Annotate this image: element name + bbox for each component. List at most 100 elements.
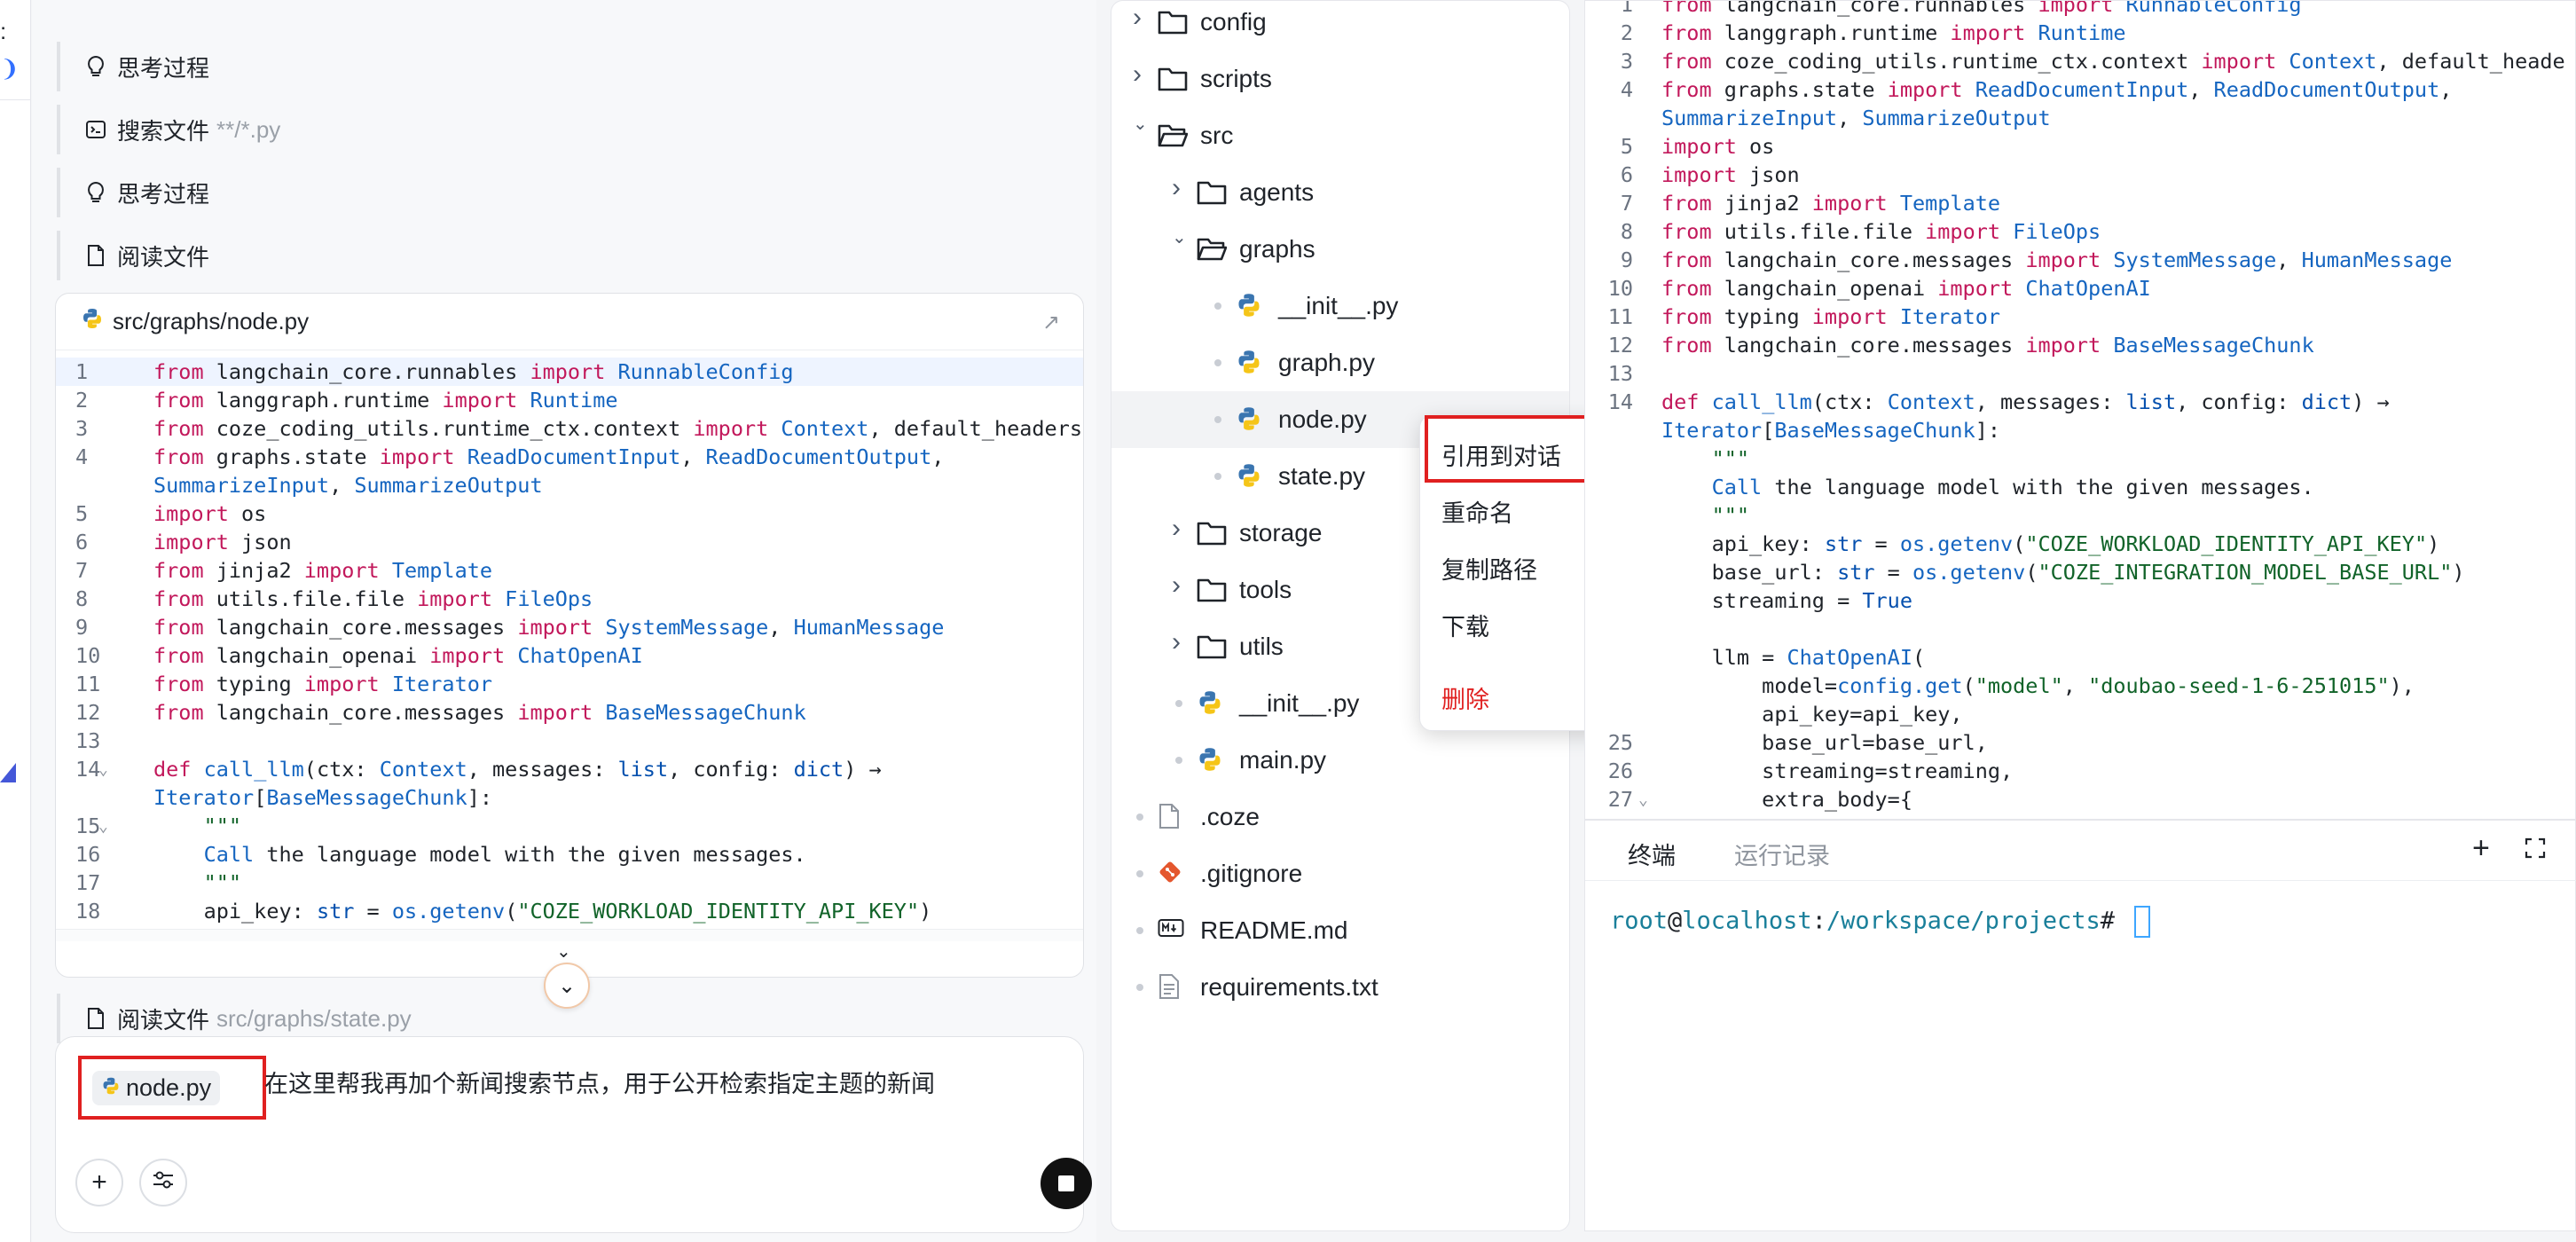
tree-indent-dot	[1136, 984, 1143, 991]
step-search-files[interactable]: 搜索文件 **/*.py	[57, 105, 1112, 154]
chevron-down-icon[interactable]: ⌄	[1133, 113, 1148, 135]
file-reference-chip[interactable]: node.py	[92, 1070, 221, 1105]
fold-chevron-icon[interactable]: ⌄	[1638, 790, 1648, 809]
tree-file--coze[interactable]: .coze	[1111, 789, 1569, 845]
code-text: """	[1711, 446, 1750, 471]
code-text: from utils.file.file import FileOps	[1661, 219, 2101, 244]
code-text: """	[203, 814, 242, 838]
line-number: 7	[1620, 191, 1633, 216]
folder-open-icon	[1158, 122, 1189, 148]
code-text: def call_llm(ctx: Context, messages: lis…	[153, 757, 882, 782]
chevron-right-icon[interactable]: ›	[1133, 59, 1142, 90]
chevron-right-icon[interactable]: ›	[1172, 514, 1181, 544]
line-number: 5	[75, 501, 89, 526]
line-number: 27	[1607, 787, 1633, 812]
prompt-path: /workspace/projects	[1826, 907, 2101, 935]
tree-file--init-py[interactable]: __init__.py	[1111, 278, 1569, 334]
tree-indent-dot	[1175, 757, 1182, 764]
line-number: 5	[1620, 134, 1633, 159]
code-line: 1 from langchain_core.runnables import Ru…	[56, 358, 794, 386]
line-number: 2	[75, 388, 89, 413]
horizontal-scrollbar[interactable]	[56, 929, 1083, 941]
code-text: from langchain_core.runnables import Run…	[1661, 0, 2302, 17]
git-icon	[1158, 860, 1188, 886]
fold-chevron-icon[interactable]: ⌄	[98, 817, 108, 836]
tree-file-requirements-txt[interactable]: requirements.txt	[1111, 959, 1569, 1016]
code-line: 6 import json	[56, 528, 292, 556]
code-line: 12 from langchain_core.messages import Ba…	[56, 698, 806, 727]
tree-file-graph-py[interactable]: graph.py	[1111, 334, 1569, 391]
python-icon	[1197, 689, 1227, 716]
tree-folder-agents[interactable]: › agents	[1111, 164, 1569, 221]
settings-button[interactable]	[139, 1159, 187, 1207]
tree-folder-scripts[interactable]: › scripts	[1111, 51, 1569, 107]
chevron-right-icon[interactable]: ›	[1172, 627, 1181, 657]
code-text: from coze_coding_utils.runtime_ctx.conte…	[1661, 49, 2565, 74]
lightbulb-icon	[83, 54, 108, 79]
terminal-prompt[interactable]: root@localhost:/workspace/projects#	[1610, 906, 2151, 938]
line-number: 11	[75, 672, 101, 696]
chat-input-text[interactable]: 在这里帮我再加个新闻搜索节点，用于公开检索指定主题的新闻	[264, 1065, 935, 1099]
code-text: """	[203, 870, 242, 895]
code-text: import os	[1661, 134, 1775, 159]
terminal-tabs: 终端 运行记录 +	[1585, 821, 2576, 881]
tree-file-main-py[interactable]: main.py	[1111, 732, 1569, 789]
file-icon	[1158, 803, 1188, 829]
markdown-icon	[1158, 916, 1188, 943]
step-label: 阅读文件	[117, 243, 210, 271]
code-line: 10 from langchain_openai import ChatOpenA…	[56, 641, 643, 670]
tab-terminal[interactable]: 终端	[1628, 837, 1676, 871]
code-text: llm = ChatOpenAI(	[1661, 645, 1926, 670]
step-thinking-1[interactable]: 思考过程	[57, 42, 1112, 91]
maximize-icon[interactable]	[2524, 837, 2547, 866]
new-terminal-button[interactable]: +	[2472, 831, 2490, 866]
tree-file--gitignore[interactable]: .gitignore	[1111, 845, 1569, 902]
code-line: 3 from coze_coding_utils.runtime_ctx.cont…	[56, 414, 1082, 443]
tree-folder-graphs[interactable]: ⌄ graphs	[1111, 221, 1569, 278]
menu-item-delete[interactable]: 删除	[1441, 680, 1489, 715]
plus-icon: +	[91, 1167, 107, 1197]
fold-chevron-icon[interactable]: ⌄	[98, 760, 108, 779]
terminal-icon	[83, 117, 108, 142]
chevron-right-icon[interactable]: ›	[1133, 3, 1142, 33]
code-text: Iterator[BaseMessageChunk]:	[1661, 418, 2001, 443]
chevron-down-icon[interactable]: ⌄	[1172, 226, 1187, 248]
menu-item-rename[interactable]: 重命名	[1441, 494, 1513, 529]
code-line: 11 from typing import Iterator	[56, 670, 492, 698]
chevron-right-icon[interactable]: ›	[1172, 570, 1181, 601]
tree-folder-src[interactable]: ⌄ src	[1111, 107, 1569, 164]
code-text: from graphs.state import ReadDocumentInp…	[153, 444, 945, 469]
folder-icon	[1197, 519, 1227, 546]
file-preview-path: src/graphs/node.py	[113, 308, 310, 334]
code-text: base_url=base_url,	[1661, 730, 1988, 755]
step-thinking-2[interactable]: 思考过程	[57, 168, 1112, 217]
step-label: 阅读文件	[117, 1006, 210, 1034]
left-gutter: : ❩	[0, 0, 31, 1242]
menu-item-download[interactable]: 下载	[1441, 608, 1489, 642]
menu-item-copy-path[interactable]: 复制路径	[1441, 551, 1537, 586]
tab-run-history[interactable]: 运行记录	[1734, 837, 1830, 871]
code-text: from typing import Iterator	[1661, 304, 2001, 329]
code-editor[interactable]: 1 from langchain_core.runnables import Ru…	[1584, 0, 2576, 820]
code-text: from jinja2 import Template	[153, 558, 493, 583]
tree-file-README-md[interactable]: README.md	[1111, 902, 1569, 959]
tree-folder-config[interactable]: › config	[1111, 1, 1569, 51]
code-line: 2 from langgraph.runtime import Runtime	[56, 386, 618, 414]
open-external-icon[interactable]: ↗	[1042, 310, 1060, 335]
code-text: from utils.file.file import FileOps	[153, 586, 593, 611]
terminal-cursor	[2134, 906, 2151, 938]
code-text: from typing import Iterator	[153, 672, 493, 696]
file-preview-header[interactable]: src/graphs/node.py ↗	[56, 294, 1083, 350]
code-line: 7 from jinja2 import Template	[56, 556, 492, 585]
add-button[interactable]: +	[75, 1159, 123, 1207]
tree-indent-dot	[1136, 814, 1143, 821]
line-number: 8	[75, 586, 89, 611]
code-text: from langchain_openai import ChatOpenAI	[153, 643, 643, 668]
line-number: 7	[75, 558, 89, 583]
code-line: 13	[56, 727, 113, 755]
step-read-file[interactable]: 阅读文件	[57, 231, 1112, 280]
chevron-right-icon[interactable]: ›	[1172, 173, 1181, 203]
tree-item-label: README.md	[1200, 916, 1348, 944]
folder-icon	[1197, 178, 1227, 205]
stop-generation-button[interactable]	[1041, 1158, 1092, 1209]
